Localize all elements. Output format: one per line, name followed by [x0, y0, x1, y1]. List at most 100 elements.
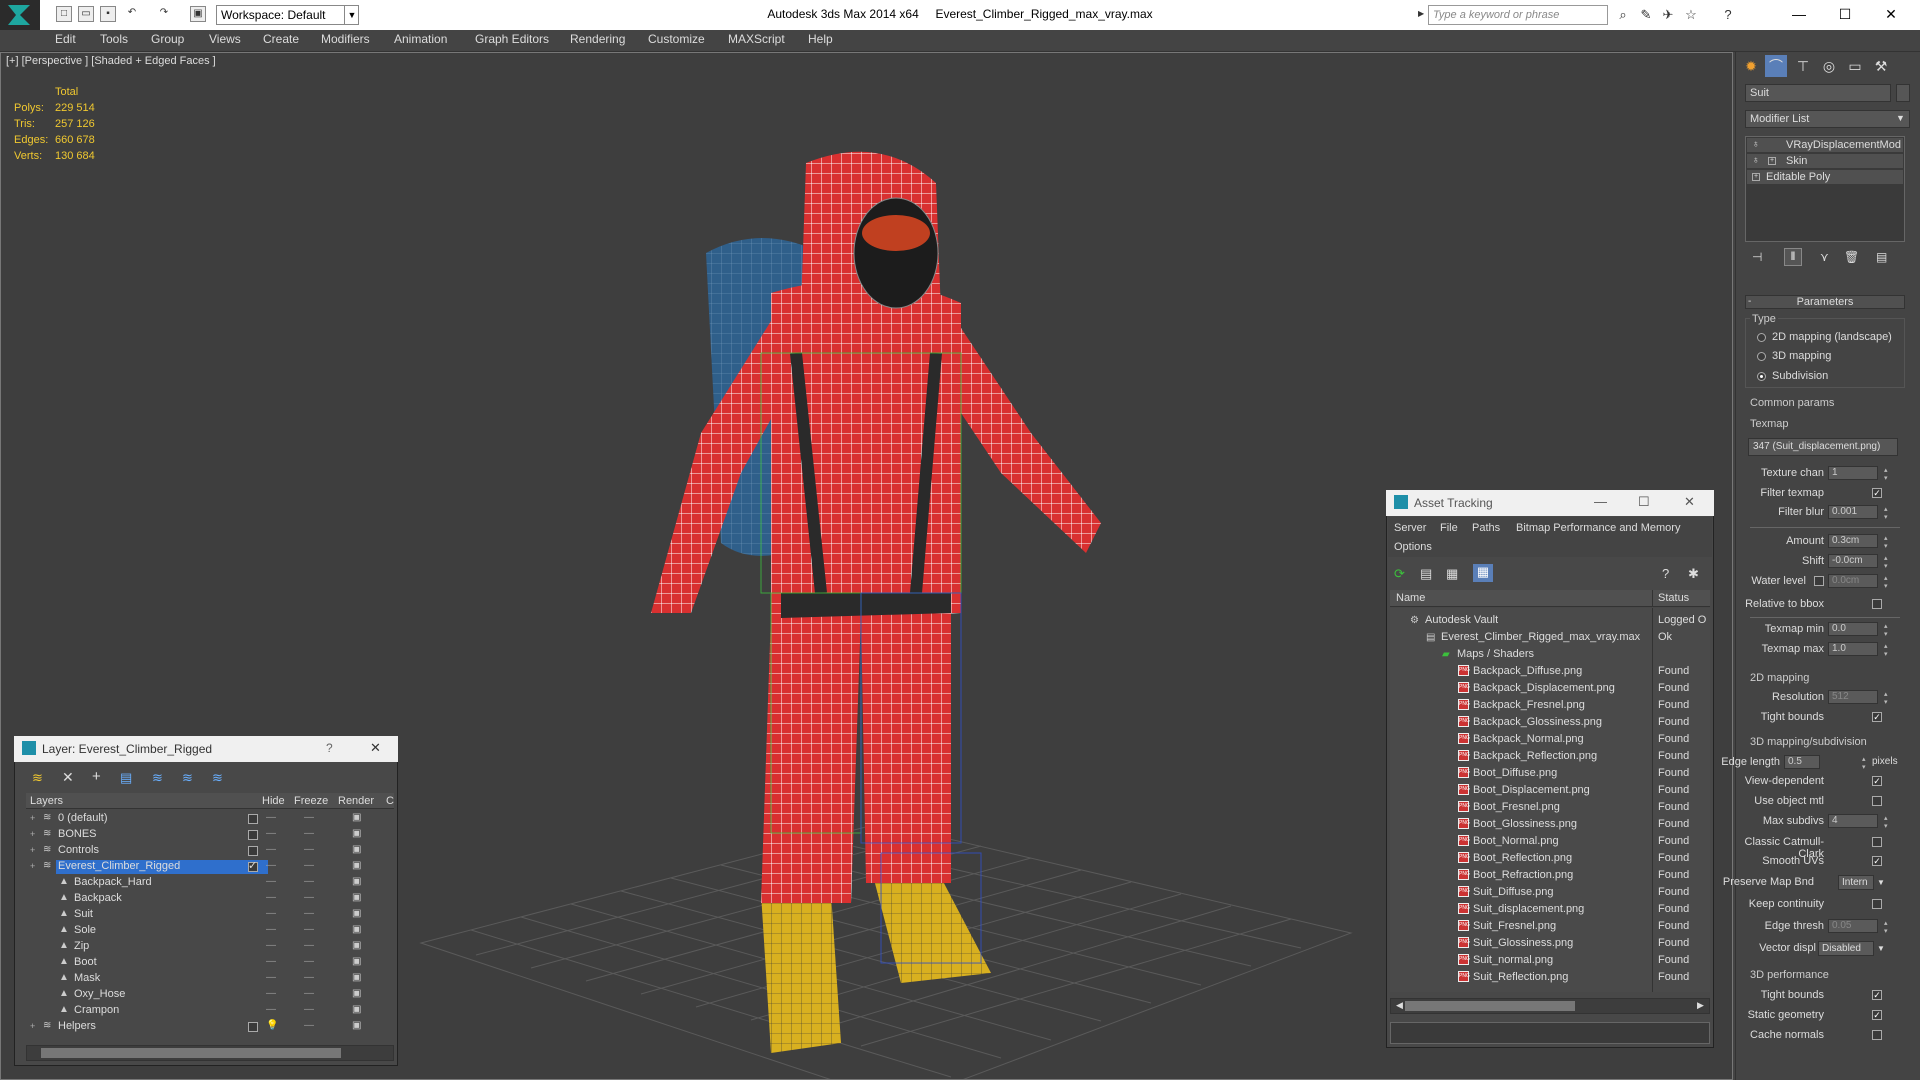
column-divider[interactable]: [1652, 590, 1653, 607]
asset-row[interactable]: PNG Suit_displacement.png Found: [1390, 901, 1710, 918]
object-color-swatch[interactable]: [1896, 84, 1910, 102]
classic-catmull-checkbox[interactable]: [1872, 837, 1882, 847]
asset-row[interactable]: PNG Backpack_Fresnel.png Found: [1390, 697, 1710, 714]
current-layer-checkbox[interactable]: [248, 830, 258, 840]
current-layer-checkbox[interactable]: [248, 1022, 258, 1032]
texture-chan-spinner[interactable]: 1: [1828, 466, 1878, 480]
freeze-toggle[interactable]: —: [304, 988, 314, 999]
communication-center-icon[interactable]: ✎: [1638, 7, 1654, 23]
menu-modifiers[interactable]: Modifiers: [321, 32, 370, 46]
freeze-toggle[interactable]: —: [304, 972, 314, 983]
spinner-arrows-icon[interactable]: ▴ ▾: [1884, 642, 1892, 658]
remove-modifier-icon[interactable]: 🗑: [1844, 250, 1859, 264]
refresh-icon[interactable]: ⟳: [1394, 566, 1405, 582]
current-layer-checkbox[interactable]: [248, 814, 258, 824]
render-teapot-icon[interactable]: ▣: [352, 844, 361, 855]
asset-row[interactable]: PNG Boot_Diffuse.png Found: [1390, 765, 1710, 782]
scrollbar-thumb[interactable]: [41, 1048, 341, 1058]
asset-row[interactable]: PNG Boot_Refraction.png Found: [1390, 867, 1710, 884]
expand-plus-icon[interactable]: +: [30, 829, 35, 839]
asset-row[interactable]: PNG Boot_Normal.png Found: [1390, 833, 1710, 850]
workspace-dropdown[interactable]: Workspace: Default: [216, 5, 359, 25]
hide-toggle[interactable]: —: [266, 972, 276, 983]
render-teapot-icon[interactable]: ▣: [352, 940, 361, 951]
asset-menu-options[interactable]: Options: [1394, 541, 1432, 553]
layer-row[interactable]: ▲ Mask — — ▣: [26, 971, 394, 987]
render-teapot-icon[interactable]: ▣: [352, 972, 361, 983]
max-subdivs-spinner[interactable]: 4: [1828, 814, 1878, 828]
lightbulb-icon[interactable]: 💡: [266, 1020, 278, 1031]
hide-toggle[interactable]: —: [266, 876, 276, 887]
expand-plus-icon[interactable]: +: [30, 813, 35, 823]
column-layers[interactable]: Layers: [30, 795, 63, 807]
vector-displ-dropdown[interactable]: Disabled: [1818, 941, 1874, 956]
render-teapot-icon[interactable]: ▣: [352, 876, 361, 887]
hide-toggle[interactable]: —: [266, 988, 276, 999]
spinner-arrows-icon[interactable]: ▴ ▾: [1884, 814, 1892, 830]
freeze-toggle[interactable]: —: [304, 812, 314, 823]
minimize-icon[interactable]: —: [1594, 494, 1607, 509]
utilities-tab-icon[interactable]: ⚒: [1870, 55, 1892, 77]
list-view-icon[interactable]: ▤: [1420, 566, 1432, 582]
maximize-icon[interactable]: ☐: [1822, 0, 1868, 30]
shift-spinner[interactable]: -0.0cm: [1828, 554, 1878, 568]
layer-row[interactable]: ▲ Crampon — — ▣: [26, 1003, 394, 1019]
redo-icon[interactable]: ↷: [156, 6, 172, 22]
delete-layer-icon[interactable]: ✕: [62, 769, 74, 786]
menu-views[interactable]: Views: [209, 32, 241, 46]
show-end-result-icon[interactable]: ‖: [1784, 248, 1802, 266]
hide-toggle[interactable]: —: [266, 892, 276, 903]
layer-row[interactable]: ▲ Backpack — — ▣: [26, 891, 394, 907]
asset-row[interactable]: PNG Suit_Glossiness.png Found: [1390, 935, 1710, 952]
freeze-toggle[interactable]: —: [304, 1004, 314, 1015]
render-teapot-icon[interactable]: ▣: [352, 924, 361, 935]
render-teapot-icon[interactable]: ▣: [352, 892, 361, 903]
favorites-star-icon[interactable]: ☆: [1683, 7, 1699, 23]
spinner-arrows-icon[interactable]: ▴ ▾: [1884, 466, 1892, 482]
asset-row[interactable]: PNG Suit_normal.png Found: [1390, 952, 1710, 969]
layer-row[interactable]: + ≋ 0 (default) — — ▣: [26, 811, 394, 827]
motion-tab-icon[interactable]: ◎: [1818, 55, 1840, 77]
freeze-toggle[interactable]: —: [304, 908, 314, 919]
spinner-arrows-icon[interactable]: ▴ ▾: [1884, 505, 1892, 521]
pin-stack-icon[interactable]: ⊣: [1752, 250, 1762, 264]
render-teapot-icon[interactable]: ▣: [352, 908, 361, 919]
menu-customize[interactable]: Customize: [648, 32, 705, 46]
spinner-arrows-icon[interactable]: ▴ ▾: [1884, 534, 1892, 550]
amount-spinner[interactable]: 0.3cm: [1828, 534, 1878, 548]
layer-row[interactable]: ▲ Backpack_Hard — — ▣: [26, 875, 394, 891]
static-geometry-checkbox[interactable]: ✓: [1872, 1010, 1882, 1020]
preserve-map-dropdown[interactable]: Intern: [1838, 875, 1874, 890]
expand-plus-icon[interactable]: +: [30, 861, 35, 871]
render-teapot-icon[interactable]: ▣: [352, 860, 361, 871]
minimize-icon[interactable]: —: [1776, 0, 1822, 30]
view-dependent-checkbox[interactable]: ✓: [1872, 776, 1882, 786]
search-input[interactable]: Type a keyword or phrase: [1428, 5, 1608, 25]
select-layer-icon[interactable]: ▤: [120, 770, 132, 786]
menu-edit[interactable]: Edit: [55, 32, 76, 46]
texmap-button[interactable]: 347 (Suit_displacement.png): [1748, 438, 1898, 456]
spinner-arrows-icon[interactable]: ▴ ▾: [1884, 690, 1892, 706]
lightbulb-icon[interactable]: ♁: [1752, 139, 1760, 150]
layer-horizontal-scrollbar[interactable]: [26, 1045, 394, 1061]
open-file-icon[interactable]: ▭: [78, 6, 94, 22]
resolution-spinner[interactable]: 512: [1828, 690, 1878, 704]
render-teapot-icon[interactable]: ▣: [352, 812, 361, 823]
display-tab-icon[interactable]: ▭: [1844, 55, 1866, 77]
asset-row[interactable]: PNG Boot_Glossiness.png Found: [1390, 816, 1710, 833]
help-icon[interactable]: ?: [1662, 566, 1669, 581]
freeze-toggle[interactable]: —: [304, 940, 314, 951]
modify-tab-icon[interactable]: ⌒: [1765, 55, 1787, 77]
asset-path-field[interactable]: [1390, 1022, 1710, 1044]
freeze-toggle[interactable]: —: [304, 924, 314, 935]
configure-modifier-sets-icon[interactable]: ▤: [1876, 250, 1887, 264]
help-icon[interactable]: ?: [1720, 7, 1736, 23]
radio-3d-mapping[interactable]: [1757, 352, 1766, 361]
new-file-icon[interactable]: □: [56, 6, 72, 22]
asset-row[interactable]: ⚙ Autodesk Vault Logged O: [1390, 612, 1710, 629]
asset-row[interactable]: PNG Boot_Fresnel.png Found: [1390, 799, 1710, 816]
freeze-toggle[interactable]: —: [304, 860, 314, 871]
expand-plus-icon[interactable]: +: [1768, 157, 1776, 165]
expand-plus-icon[interactable]: +: [30, 1021, 35, 1031]
layer-row[interactable]: + ≋ BONES — — ▣: [26, 827, 394, 843]
